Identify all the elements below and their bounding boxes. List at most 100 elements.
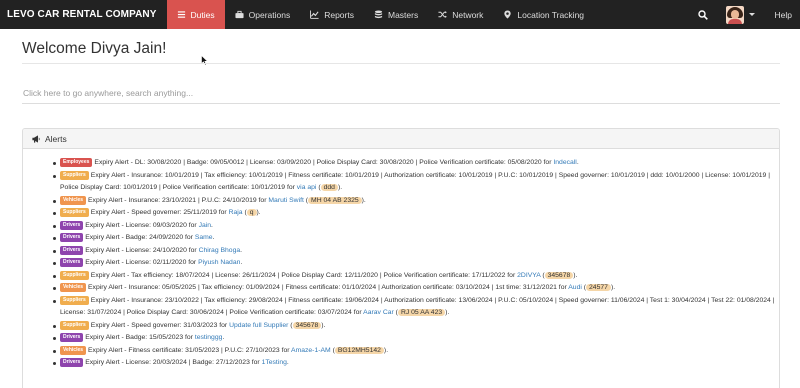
alert-reference-chip: 345678 <box>292 321 322 329</box>
alert-tail: . <box>211 221 213 229</box>
alert-entity-link[interactable]: 2DIVYA <box>517 272 540 279</box>
alert-tail: . <box>363 196 366 204</box>
alert-reference-chip: 345678 <box>544 271 574 279</box>
alert-category-badge: Drivers <box>60 220 84 230</box>
alert-entity-link[interactable]: via api <box>297 184 317 191</box>
alert-text: Expiry Alert - Insurance: 23/10/2021 | P… <box>88 196 269 204</box>
alert-entity-link[interactable]: Aarav Car <box>363 309 394 316</box>
alert-category-badge: Drivers <box>60 358 84 367</box>
alert-item: Suppliers Expiry Alert - Insurance: 10/01… <box>53 170 779 195</box>
duties-icon <box>177 10 186 19</box>
global-search <box>22 82 780 104</box>
alert-item: Suppliers Expiry Alert - Speed governer: … <box>53 320 779 333</box>
nav-operations[interactable]: Operations <box>225 0 301 29</box>
alert-item: Suppliers Expiry Alert - Insurance: 23/10… <box>53 295 779 320</box>
alert-text: Expiry Alert - Insurance: 10/01/2019 | T… <box>60 171 770 192</box>
alert-entity-link[interactable]: Same <box>195 234 213 241</box>
alert-entity-link[interactable]: Amaze-1-AM <box>291 347 331 354</box>
alert-text: Expiry Alert - Badge: 15/05/2023 for <box>85 334 195 341</box>
nav-masters-label: Masters <box>387 9 419 20</box>
navbar-right: Help <box>688 0 800 29</box>
megaphone-icon <box>32 134 40 143</box>
brand-logo[interactable]: LEVO CAR RENTAL COMPANY <box>0 0 167 29</box>
alert-entity-link[interactable]: Maruti Swift <box>268 197 304 204</box>
alert-entity-link[interactable]: Chirag Bhoga <box>199 247 241 254</box>
alert-item: Vehicles Expiry Alert - Insurance: 23/10/… <box>53 195 779 208</box>
alert-entity-link[interactable]: testinggg <box>195 334 223 341</box>
alerts-panel: Alerts Employees Expiry Alert - DL: 30/08… <box>22 128 780 388</box>
alert-item: Drivers Expiry Alert - License: 02/11/202… <box>53 257 779 270</box>
alert-item: Vehicles Expiry Alert - Fitness certifica… <box>53 345 779 358</box>
mouse-cursor-icon <box>201 53 209 71</box>
alert-item: Drivers Expiry Alert - License: 24/10/202… <box>53 245 779 258</box>
alert-text: Expiry Alert - License: 09/03/2020 for <box>85 221 199 229</box>
alert-tail: . <box>222 334 225 341</box>
alert-item: Suppliers Expiry Alert - Speed governer: … <box>53 207 779 220</box>
alert-category-badge: Employees <box>60 158 93 167</box>
alert-item: Suppliers Expiry Alert - Tax efficiency: … <box>53 270 779 283</box>
alert-item: Drivers Expiry Alert - License: 09/03/202… <box>53 220 779 233</box>
alert-category-badge: Drivers <box>60 245 84 255</box>
alert-reference-chip: RJ 05 AA 423 <box>397 309 446 316</box>
reports-icon <box>310 10 319 19</box>
avatar <box>725 5 744 24</box>
alert-item: Vehicles Expiry Alert - Insurance: 05/05/… <box>53 282 779 295</box>
alert-entity-link[interactable]: Piyush Nadan <box>198 259 240 266</box>
alert-text: Expiry Alert - Speed governer: 25/11/201… <box>90 209 229 216</box>
top-navbar: LEVO CAR RENTAL COMPANY Duties Operation… <box>0 0 800 29</box>
nav-duties[interactable]: Duties <box>166 0 225 29</box>
nav-operations-label: Operations <box>248 9 291 20</box>
alert-tail: . <box>447 309 450 316</box>
alert-category-badge: Suppliers <box>60 208 89 217</box>
alert-category-badge: Drivers <box>60 258 84 267</box>
alerts-title: Alerts <box>45 133 67 144</box>
alert-text: Expiry Alert - License: 02/11/2020 for <box>85 259 199 266</box>
divider <box>22 63 780 64</box>
nav-masters[interactable]: Masters <box>364 0 428 29</box>
alert-item: Employees Expiry Alert - DL: 30/08/2020 |… <box>53 157 779 170</box>
alert-category-badge: Suppliers <box>60 295 89 305</box>
alert-tail: . <box>286 359 289 366</box>
alert-entity-link[interactable]: Jain <box>199 222 211 229</box>
network-icon <box>438 10 448 19</box>
alert-text: Expiry Alert - Tax efficiency: 18/07/202… <box>90 271 518 279</box>
alert-item: Drivers Expiry Alert - Badge: 15/05/2023 … <box>53 332 779 345</box>
alert-category-badge: Vehicles <box>60 345 87 355</box>
alert-text: Expiry Alert - License: 20/03/2024 | Bad… <box>85 359 262 366</box>
help-link[interactable]: Help <box>763 10 800 20</box>
alert-entity-link[interactable]: Update full Supplier <box>229 322 288 329</box>
alert-entity-link[interactable]: Raja <box>229 209 243 216</box>
alert-category-badge: Suppliers <box>60 270 89 280</box>
alerts-list: Employees Expiry Alert - DL: 30/08/2020 |… <box>53 157 779 370</box>
search-icon[interactable] <box>688 9 718 20</box>
nav-network[interactable]: Network <box>428 0 493 29</box>
alert-reference-chip: ddd <box>320 184 338 191</box>
alert-tail: . <box>240 259 243 266</box>
nav-location-tracking[interactable]: Location Tracking <box>493 0 594 29</box>
alert-reference-chip: BG12MH5142 <box>334 346 384 354</box>
alert-reference-chip: q <box>246 209 257 216</box>
alert-item: Drivers Expiry Alert - Badge: 24/09/2020 … <box>53 232 779 245</box>
chevron-down-icon <box>748 13 755 16</box>
alert-category-badge: Vehicles <box>60 195 87 205</box>
location-icon <box>503 10 512 19</box>
alert-category-badge: Drivers <box>60 333 84 342</box>
alert-text: Expiry Alert - License: 24/10/2020 for <box>85 246 199 254</box>
alert-category-badge: Suppliers <box>60 170 89 180</box>
search-input[interactable] <box>22 82 780 103</box>
alert-entity-link[interactable]: Indecall <box>553 159 576 166</box>
alert-entity-link[interactable]: Audi <box>568 284 582 291</box>
alert-entity-link[interactable]: 1Testing <box>262 359 287 366</box>
nav-location-tracking-label: Location Tracking <box>517 9 585 20</box>
alert-category-badge: Vehicles <box>60 283 87 292</box>
alert-category-badge: Drivers <box>60 233 84 242</box>
alert-category-badge: Suppliers <box>60 320 89 330</box>
nav-reports[interactable]: Reports <box>300 0 364 29</box>
page-title: Welcome Divya Jain! <box>22 40 167 57</box>
user-menu[interactable] <box>718 5 763 24</box>
alert-text: Expiry Alert - Speed governer: 31/03/202… <box>90 321 230 329</box>
nav-duties-label: Duties <box>190 9 215 20</box>
masters-icon <box>374 10 383 19</box>
alerts-panel-heading[interactable]: Alerts <box>23 129 779 149</box>
alert-tail: . <box>323 321 326 329</box>
